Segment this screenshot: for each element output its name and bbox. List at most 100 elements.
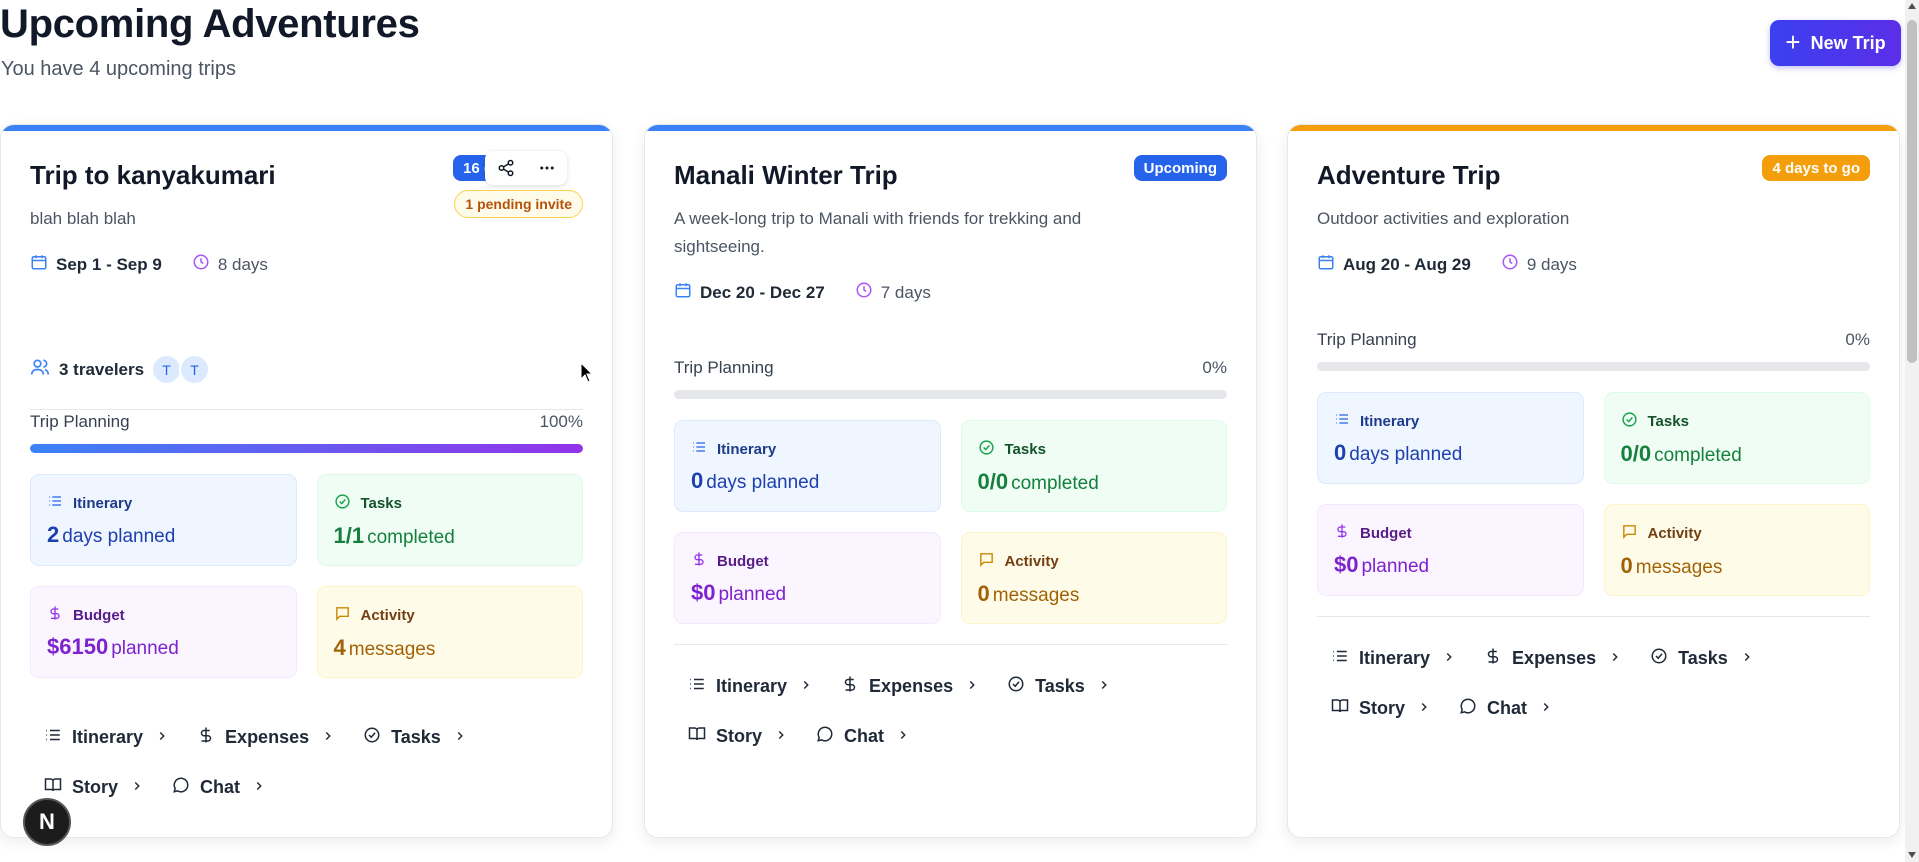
activity-stat[interactable]: Activity 4 messages xyxy=(316,586,583,678)
progress-fill xyxy=(30,444,583,453)
nav-itinerary-label: Itinerary xyxy=(716,675,788,696)
check-circle-icon xyxy=(334,493,351,514)
nav-itinerary-link[interactable]: Itinerary xyxy=(674,675,827,698)
nav-itinerary-link[interactable]: Itinerary xyxy=(30,726,183,749)
progress-percent: 0% xyxy=(1845,330,1870,349)
budget-stat[interactable]: Budget $6150 planned xyxy=(30,586,297,678)
trip-title: Adventure Trip xyxy=(1317,160,1501,190)
nav-tasks-link[interactable]: Tasks xyxy=(349,726,481,749)
travelers-count: 3 travelers xyxy=(59,359,145,379)
budget-amount: $6150 xyxy=(47,634,109,659)
tasks-stat[interactable]: Tasks 1/1 completed xyxy=(316,474,583,566)
trip-title: Trip to kanyakumari xyxy=(30,160,276,190)
itinerary-stat[interactable]: Itinerary 0 days planned xyxy=(1317,392,1584,484)
page-subtitle: You have 4 upcoming trips xyxy=(1,58,236,80)
dollar-icon xyxy=(197,726,215,749)
budget-unit: planned xyxy=(1361,556,1430,577)
clock-icon xyxy=(1501,253,1519,276)
nav-chat-link[interactable]: Chat xyxy=(1445,697,1567,720)
trip-dates: Sep 1 - Sep 9 xyxy=(56,254,162,274)
tasks-count: 1/1 xyxy=(333,523,365,548)
budget-stat[interactable]: Budget $0 planned xyxy=(674,532,941,624)
chevron-right-icon xyxy=(799,676,813,697)
nav-story-link[interactable]: Story xyxy=(674,725,802,748)
nav-chat-link[interactable]: Chat xyxy=(802,725,924,748)
trip-description: A week-long trip to Manali with friends … xyxy=(674,209,1082,256)
stats-grid: Itinerary 2 days planned Tasks 1/1 complet… xyxy=(30,474,583,678)
tasks-stat[interactable]: Tasks 0/0 completed xyxy=(1603,392,1870,484)
nav-expenses-link[interactable]: Expenses xyxy=(827,675,993,698)
chevron-right-icon xyxy=(1608,648,1622,669)
budget-stat[interactable]: Budget $0 planned xyxy=(1317,504,1584,596)
list-icon xyxy=(47,493,63,513)
new-trip-button[interactable]: + New Trip xyxy=(1770,20,1901,66)
itinerary-stat-label: Itinerary xyxy=(73,494,133,512)
nav-expenses-link[interactable]: Expenses xyxy=(183,726,349,749)
nav-story-link[interactable]: Story xyxy=(30,776,158,799)
scrollbar-thumb[interactable] xyxy=(1907,20,1917,363)
tasks-stat-label: Tasks xyxy=(360,495,402,512)
nav-tasks-link[interactable]: Tasks xyxy=(1636,647,1768,670)
divider xyxy=(674,644,1227,645)
itinerary-stat[interactable]: Itinerary 2 days planned xyxy=(30,474,297,566)
trip-description: blah blah blah xyxy=(30,209,136,228)
nav-story-label: Story xyxy=(72,776,119,797)
activity-count: 0 xyxy=(1620,553,1633,578)
stats-grid: Itinerary 0 days planned Tasks 0/0 complet… xyxy=(1317,392,1870,596)
travelers-row[interactable]: 3 travelers T T xyxy=(30,330,583,410)
chevron-right-icon xyxy=(155,727,169,748)
activity-stat[interactable]: Activity 0 messages xyxy=(1603,504,1870,596)
nav-tasks-link[interactable]: Tasks xyxy=(993,675,1125,698)
dollar-icon xyxy=(47,605,63,625)
nav-expenses-link[interactable]: Expenses xyxy=(1470,647,1636,670)
trip-nav-links: Itinerary Expenses Tasks Story Chat xyxy=(1317,633,1870,733)
trip-card-adventure[interactable]: Adventure Trip Outdoor activities and ex… xyxy=(1287,124,1900,838)
more-options-icon[interactable] xyxy=(538,159,556,177)
check-circle-icon xyxy=(1007,675,1025,698)
budget-stat-label: Budget xyxy=(73,606,125,624)
itinerary-unit: days planned xyxy=(1349,444,1463,465)
itinerary-stat-label: Itinerary xyxy=(1360,412,1420,430)
tasks-stat[interactable]: Tasks 0/0 completed xyxy=(960,420,1227,512)
clock-icon xyxy=(855,281,873,304)
nav-story-link[interactable]: Story xyxy=(1317,697,1445,720)
nav-itinerary-link[interactable]: Itinerary xyxy=(1317,647,1470,670)
dollar-icon xyxy=(1334,523,1350,543)
dev-tools-badge[interactable]: N xyxy=(23,798,71,846)
nav-expenses-label: Expenses xyxy=(1512,647,1597,668)
trip-card-kanyakumari[interactable]: Trip to kanyakumari blah blah blah 16 d … xyxy=(0,124,613,838)
itinerary-stat[interactable]: Itinerary 0 days planned xyxy=(674,420,941,512)
trip-duration: 7 days xyxy=(880,282,931,302)
tasks-unit: completed xyxy=(367,527,455,548)
share-icon[interactable] xyxy=(497,159,515,177)
budget-unit: planned xyxy=(111,638,179,659)
chevron-right-icon xyxy=(252,777,266,798)
nav-story-label: Story xyxy=(1359,697,1406,718)
dollar-icon xyxy=(691,551,707,571)
activity-stat-label: Activity xyxy=(1004,553,1059,570)
list-icon xyxy=(688,675,706,698)
status-badge: 4 days to go xyxy=(1762,155,1870,181)
calendar-icon xyxy=(674,281,692,304)
nav-chat-label: Chat xyxy=(200,776,241,797)
nav-itinerary-label: Itinerary xyxy=(72,726,144,747)
itinerary-stat-label: Itinerary xyxy=(717,440,777,458)
tasks-unit: completed xyxy=(1011,473,1099,494)
chat-icon xyxy=(816,725,834,748)
progress-label: Trip Planning xyxy=(1317,330,1417,349)
activity-stat[interactable]: Activity 0 messages xyxy=(960,532,1227,624)
book-icon xyxy=(1331,697,1349,720)
scroll-up-icon[interactable] xyxy=(1908,3,1916,9)
nav-tasks-label: Tasks xyxy=(1035,675,1085,696)
dollar-icon xyxy=(1484,647,1502,670)
tasks-stat-label: Tasks xyxy=(1004,441,1046,458)
scroll-down-icon[interactable] xyxy=(1908,852,1916,858)
check-circle-icon xyxy=(978,439,995,460)
chevron-right-icon xyxy=(774,726,788,747)
chevron-right-icon xyxy=(1417,698,1431,719)
trip-card-manali[interactable]: Manali Winter Trip A week-long trip to M… xyxy=(644,124,1257,838)
progress-track xyxy=(30,444,583,453)
budget-stat-label: Budget xyxy=(1360,524,1412,542)
book-icon xyxy=(688,725,706,748)
nav-chat-link[interactable]: Chat xyxy=(158,776,280,799)
